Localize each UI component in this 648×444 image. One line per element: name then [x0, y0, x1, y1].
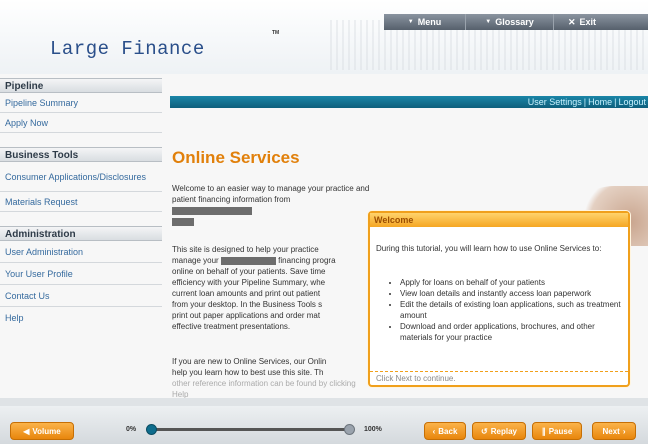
- progress-handle[interactable]: [146, 424, 157, 435]
- progress-end-marker: [344, 424, 355, 435]
- list-item: Download and order applications, brochur…: [400, 321, 622, 343]
- exit-label: Exit: [579, 17, 597, 27]
- welcome-paragraph: Welcome to an easier way to manage your …: [172, 183, 372, 227]
- menu-button[interactable]: ▼ Menu: [384, 14, 466, 30]
- user-settings-bar: User Settings | Home | Logout: [170, 96, 648, 108]
- glossary-label: Glossary: [495, 17, 534, 27]
- home-link[interactable]: Home: [588, 96, 612, 108]
- popup-intro: During this tutorial, you will learn how…: [376, 244, 602, 253]
- welcome-popup: Welcome During this tutorial, you will l…: [368, 211, 630, 387]
- sidebar-item-pipeline-summary[interactable]: Pipeline Summary: [0, 93, 162, 113]
- replay-icon: ↺: [481, 426, 488, 436]
- chevron-right-icon: ›: [622, 426, 626, 436]
- exit-button[interactable]: ✕ Exit: [554, 14, 648, 30]
- pause-icon: ∥: [541, 426, 546, 436]
- user-settings-link[interactable]: User Settings: [528, 96, 582, 108]
- menu-label: Menu: [417, 17, 442, 27]
- close-icon: ✕: [568, 16, 576, 27]
- list-item: Apply for loans on behalf of your patien…: [400, 277, 622, 288]
- replay-button[interactable]: ↺ Replay: [472, 422, 526, 440]
- chevron-down-icon: ▼: [407, 19, 414, 25]
- replay-label: Replay: [490, 426, 517, 436]
- sidebar-item-consumer-applications[interactable]: Consumer Applications/Disclosures: [0, 162, 162, 192]
- pause-button[interactable]: ∥ Pause: [532, 422, 582, 440]
- pause-label: Pause: [548, 426, 573, 436]
- redacted-block: [220, 256, 276, 265]
- volume-button[interactable]: ◀ Volume: [10, 422, 74, 440]
- sidebar-section-business-tools: Business Tools: [0, 147, 162, 162]
- progress-start-label: 0%: [126, 426, 137, 433]
- playback-controls: ◀ Volume 0% 100% ‹ Back ↺ Replay ∥ Pause…: [0, 406, 648, 444]
- popup-bullet-list: Apply for loans on behalf of your patien…: [400, 277, 622, 343]
- speaker-icon: ◀: [23, 426, 30, 436]
- sidebar-item-contact-us[interactable]: Contact Us: [0, 285, 162, 307]
- sidebar-section-pipeline: Pipeline: [0, 78, 162, 93]
- list-item: Edit the details of existing loan applic…: [400, 299, 622, 321]
- redacted-block: [172, 206, 252, 215]
- tutorial-window: Large Finance TM ▼ Menu ▼ Glossary ✕ Exi…: [0, 0, 648, 398]
- progress-end-label: 100%: [364, 426, 382, 433]
- sidebar-item-materials-request[interactable]: Materials Request: [0, 192, 162, 212]
- brand-logo: Large Finance: [50, 38, 205, 60]
- logout-link[interactable]: Logout: [618, 96, 646, 108]
- next-label: Next: [602, 426, 620, 436]
- next-button[interactable]: Next ›: [592, 422, 636, 440]
- chevron-down-icon: ▼: [485, 19, 492, 25]
- popup-title: Welcome: [370, 213, 628, 227]
- help-paragraph: If you are new to Online Services, our O…: [172, 357, 356, 398]
- list-item: View loan details and instantly access l…: [400, 288, 622, 299]
- header-band: [0, 0, 648, 74]
- volume-label: Volume: [32, 426, 61, 436]
- progress-track: [146, 424, 355, 435]
- sidebar: Pipeline Pipeline Summary Apply Now Busi…: [0, 78, 162, 329]
- page-title: Online Services: [172, 148, 300, 167]
- sidebar-item-apply-now[interactable]: Apply Now: [0, 113, 162, 133]
- trademark-mark: TM: [272, 30, 280, 36]
- chevron-left-icon: ‹: [432, 426, 436, 436]
- sidebar-item-help[interactable]: Help: [0, 307, 162, 329]
- sidebar-item-user-profile[interactable]: Your User Profile: [0, 263, 162, 285]
- back-button[interactable]: ‹ Back: [424, 422, 466, 440]
- glossary-button[interactable]: ▼ Glossary: [466, 14, 554, 30]
- intro-paragraph: This site is designed to help your pract…: [172, 245, 336, 331]
- redacted-block: [172, 217, 194, 226]
- back-label: Back: [438, 426, 458, 436]
- top-nav: ▼ Menu ▼ Glossary ✕ Exit: [384, 14, 648, 30]
- popup-footer: Click Next to continue.: [370, 371, 628, 385]
- sidebar-item-user-administration[interactable]: User Administration: [0, 241, 162, 263]
- user-links: User Settings | Home | Logout: [527, 96, 646, 108]
- sidebar-section-administration: Administration: [0, 226, 162, 241]
